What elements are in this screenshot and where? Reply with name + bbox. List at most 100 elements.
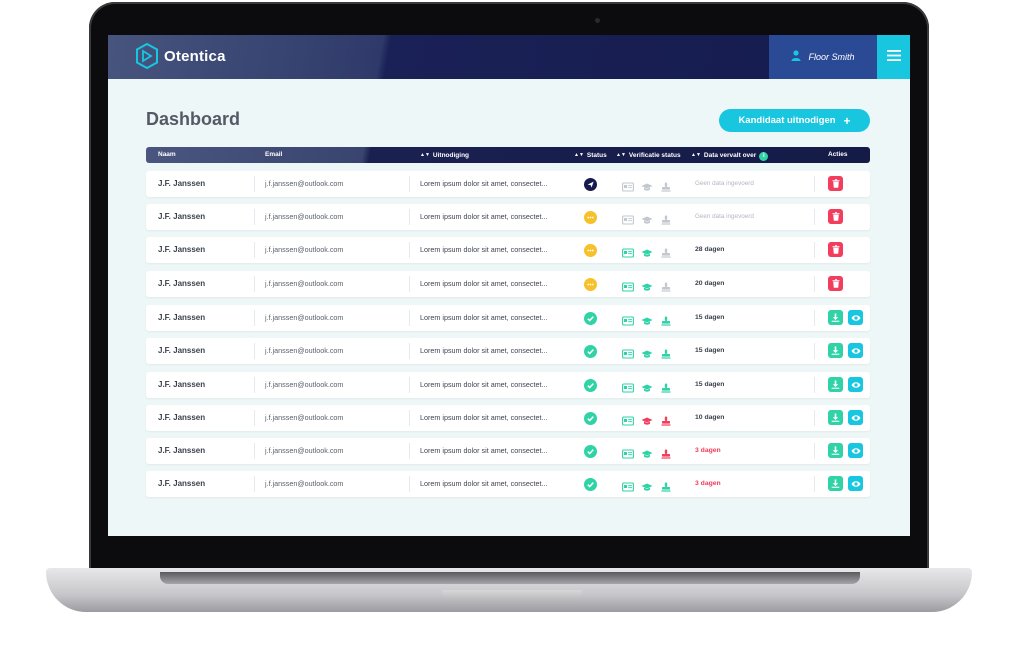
view-button[interactable]	[848, 410, 863, 425]
verification-status	[622, 346, 672, 364]
paper-plane-icon	[584, 178, 597, 191]
expiry-text: Geen data ingevoerd	[695, 180, 754, 187]
invite-candidate-button[interactable]: Kandidaat uitnodigen +	[719, 109, 870, 132]
verification-status	[622, 313, 672, 331]
download-button[interactable]	[828, 343, 843, 358]
candidate-name: J.F. Janssen	[158, 346, 206, 355]
expiry-text: 3 dagen	[695, 447, 721, 454]
download-button[interactable]	[828, 476, 843, 491]
candidate-email: j.f.janssen@outlook.com	[265, 446, 344, 455]
sort-icon: ▲▼	[420, 152, 430, 158]
candidate-email: j.f.janssen@outlook.com	[265, 380, 344, 389]
download-button[interactable]	[828, 443, 843, 458]
graduation-cap-icon	[641, 313, 653, 331]
stamp-icon	[660, 413, 672, 431]
camera	[595, 18, 600, 23]
column-header-status-label: Status	[586, 152, 607, 159]
otentica-logo-icon	[136, 43, 158, 69]
view-button[interactable]	[848, 476, 863, 491]
cell-divider	[409, 276, 410, 292]
laptop-notch	[442, 590, 582, 602]
cell-divider	[814, 242, 815, 258]
graduation-cap-icon	[641, 179, 653, 197]
stamp-icon	[660, 346, 672, 364]
cell-divider	[814, 410, 815, 426]
table-row[interactable]: J.F. Janssen j.f.janssen@outlook.com Lorem…	[146, 471, 870, 497]
table-row[interactable]: J.F. Janssen j.f.janssen@outlook.com Lorem…	[146, 237, 870, 263]
graduation-cap-icon	[641, 212, 653, 230]
id-card-icon	[622, 346, 634, 364]
delete-button[interactable]	[828, 176, 843, 191]
view-button[interactable]	[848, 310, 863, 325]
cell-divider	[254, 310, 255, 326]
table-row[interactable]: J.F. Janssen j.f.janssen@outlook.com Lorem…	[146, 405, 870, 431]
eye-icon	[851, 343, 861, 358]
row-actions	[828, 343, 863, 358]
table-header: Naam Email ▲▼ Uitnodiging ▲▼ Status ▲▼ Veri…	[146, 147, 870, 163]
table-row[interactable]: J.F. Janssen j.f.janssen@outlook.com Lorem…	[146, 271, 870, 297]
invitation-text: Lorem ipsum dolor sit amet, consectet...	[420, 380, 548, 389]
more-dots-icon	[584, 211, 597, 224]
view-button[interactable]	[848, 443, 863, 458]
id-card-icon	[622, 179, 634, 197]
column-header-verification[interactable]: ▲▼ Verificatie status	[616, 147, 681, 163]
verification-status	[622, 380, 672, 398]
download-button[interactable]	[828, 377, 843, 392]
app-screen: Otentica Floor Smith Dashboard Kandidaat…	[108, 35, 910, 536]
user-menu[interactable]: Floor Smith	[769, 35, 877, 79]
user-icon	[791, 48, 801, 66]
column-header-name: Naam	[158, 151, 176, 158]
table-row[interactable]: J.F. Janssen j.f.janssen@outlook.com Lorem…	[146, 171, 870, 197]
stamp-icon	[660, 212, 672, 230]
eye-icon	[851, 443, 861, 458]
check-icon	[584, 345, 597, 358]
candidate-name: J.F. Janssen	[158, 413, 206, 422]
view-button[interactable]	[848, 377, 863, 392]
column-header-invitation-label: Uitnodiging	[432, 152, 470, 159]
candidate-email: j.f.janssen@outlook.com	[265, 279, 344, 288]
download-icon	[831, 443, 840, 458]
candidate-name: J.F. Janssen	[158, 179, 206, 188]
cell-divider	[254, 209, 255, 225]
table-row[interactable]: J.F. Janssen j.f.janssen@outlook.com Lorem…	[146, 305, 870, 331]
table-row[interactable]: J.F. Janssen j.f.janssen@outlook.com Lorem…	[146, 204, 870, 230]
cell-divider	[409, 443, 410, 459]
verification-status	[622, 179, 672, 197]
candidate-name: J.F. Janssen	[158, 479, 206, 488]
invite-button-label: Kandidaat uitnodigen	[738, 115, 836, 126]
cell-divider	[409, 410, 410, 426]
stamp-icon	[660, 479, 672, 497]
delete-button[interactable]	[828, 276, 843, 291]
expiry-text: 15 dagen	[695, 347, 725, 354]
download-button[interactable]	[828, 410, 843, 425]
column-header-invitation[interactable]: ▲▼ Uitnodiging	[420, 147, 469, 163]
verification-status	[622, 479, 672, 497]
table-row[interactable]: J.F. Janssen j.f.janssen@outlook.com Lorem…	[146, 338, 870, 364]
download-button[interactable]	[828, 310, 843, 325]
column-header-verification-label: Verificatie status	[628, 152, 681, 159]
hamburger-menu-button[interactable]	[877, 35, 910, 79]
view-button[interactable]	[848, 343, 863, 358]
download-icon	[831, 377, 840, 392]
table-row[interactable]: J.F. Janssen j.f.janssen@outlook.com Lorem…	[146, 372, 870, 398]
invitation-text: Lorem ipsum dolor sit amet, consectet...	[420, 179, 548, 188]
info-icon[interactable]: i	[759, 152, 769, 161]
invitation-text: Lorem ipsum dolor sit amet, consectet...	[420, 346, 548, 355]
download-icon	[831, 410, 840, 425]
column-header-status[interactable]: ▲▼ Status	[574, 147, 607, 163]
cell-divider	[254, 410, 255, 426]
table-row[interactable]: J.F. Janssen j.f.janssen@outlook.com Lorem…	[146, 438, 870, 464]
invitation-text: Lorem ipsum dolor sit amet, consectet...	[420, 279, 548, 288]
brand[interactable]: Otentica	[136, 43, 226, 69]
column-header-expiry[interactable]: ▲▼ Data vervalt over i	[691, 147, 769, 163]
candidate-email: j.f.janssen@outlook.com	[265, 313, 344, 322]
column-header-expiry-label: Data vervalt over	[703, 152, 757, 159]
cell-divider	[814, 343, 815, 359]
row-actions	[828, 209, 843, 224]
trash-icon	[832, 176, 840, 191]
cell-divider	[254, 343, 255, 359]
delete-button[interactable]	[828, 242, 843, 257]
invitation-text: Lorem ipsum dolor sit amet, consectet...	[420, 313, 548, 322]
graduation-cap-icon	[641, 279, 653, 297]
delete-button[interactable]	[828, 209, 843, 224]
